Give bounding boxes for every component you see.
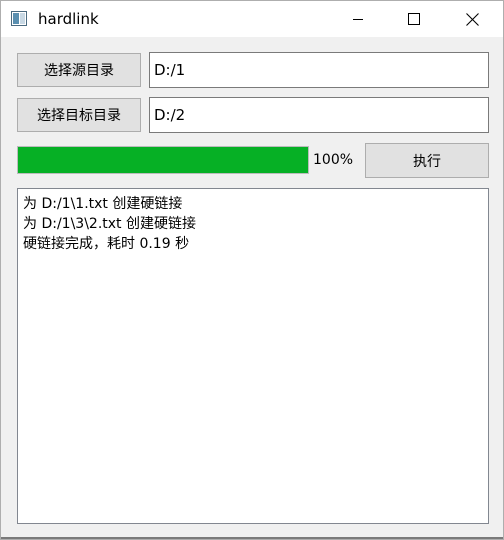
log-line: 为 D:/1\3\2.txt 创建硬链接	[23, 216, 196, 232]
progress-percent: 100%	[313, 152, 354, 168]
window-bottom-border	[1, 537, 503, 539]
log-line: 硬链接完成，耗时 0.19 秒	[23, 236, 190, 252]
window-title: hardlink	[38, 10, 99, 28]
app-window: hardlink 选择源目录 D:/1 选择目标目录 D:/2 100% 执行 …	[0, 0, 504, 540]
maximize-icon	[408, 13, 420, 25]
log-line: 为 D:/1\1.txt 创建硬链接	[23, 196, 183, 212]
progress-fill	[18, 147, 308, 173]
title-bar[interactable]: hardlink	[1, 1, 503, 37]
target-path-field[interactable]: D:/2	[149, 97, 489, 133]
minimize-icon	[353, 19, 363, 20]
maximize-button[interactable]	[391, 1, 437, 37]
execute-button[interactable]: 执行	[365, 143, 489, 178]
log-output[interactable]: 为 D:/1\1.txt 创建硬链接 为 D:/1\3\2.txt 创建硬链接 …	[17, 188, 489, 524]
close-button[interactable]	[449, 1, 495, 37]
progress-bar	[17, 146, 309, 174]
select-source-button[interactable]: 选择源目录	[17, 53, 141, 87]
select-target-button[interactable]: 选择目标目录	[17, 98, 141, 132]
source-path-field[interactable]: D:/1	[149, 52, 489, 88]
minimize-button[interactable]	[335, 1, 381, 37]
close-icon	[465, 12, 479, 26]
app-window-icon	[11, 11, 27, 26]
